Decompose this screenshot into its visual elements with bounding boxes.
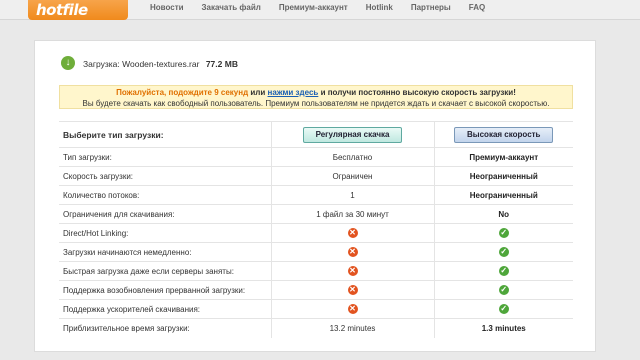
table-row: Поддержка возобновления прерванной загру… (59, 280, 573, 300)
nav-news[interactable]: Новости (150, 3, 184, 12)
check-icon: ✓ (498, 285, 509, 295)
table-row: Direct/Hot Linking: ✕ ✓ (59, 223, 573, 243)
notice-or: или (250, 88, 266, 97)
row-label: Ограничения для скачивания: (59, 204, 271, 224)
row-label: Тип загрузки: (59, 147, 271, 167)
hotfile-logo[interactable]: hotfile (28, 0, 128, 20)
premium-value: Премиум-аккаунт (433, 147, 573, 167)
premium-value: No (433, 204, 573, 224)
premium-feature-cell: ✓ (433, 223, 573, 243)
cross-icon: ✕ (347, 285, 358, 295)
download-type-table: Выберите тип загрузки: Регулярная скачка… (59, 121, 573, 338)
download-filename: Wooden-textures.rar (122, 59, 200, 69)
row-label: Скорость загрузки: (59, 166, 271, 186)
premium-value: Неограниченный (433, 166, 573, 186)
row-label: Количество потоков: (59, 185, 271, 205)
nav-upload[interactable]: Закачать файл (202, 3, 261, 12)
free-feature-cell: ✕ (270, 223, 434, 243)
download-info: Загрузка: Wooden-textures.rar 77.2 MB (83, 59, 238, 69)
premium-feature-cell: ✓ (433, 261, 573, 281)
table-row: Ограничения для скачивания: 1 файл за 30 … (59, 204, 573, 224)
table-row: Поддержка ускорителей скачивания: ✕ ✓ (59, 299, 573, 319)
regular-download-button[interactable]: Регулярная скачка (302, 126, 403, 143)
row-label: Поддержка ускорителей скачивания: (59, 299, 271, 319)
free-value: Бесплатно (270, 147, 434, 167)
cross-icon: ✕ (347, 247, 358, 257)
logo-text: hotfile (36, 1, 88, 19)
cross-icon: ✕ (347, 228, 358, 238)
check-icon: ✓ (498, 304, 509, 314)
table-header-row: Выберите тип загрузки: Регулярная скачка… (59, 121, 573, 148)
high-speed-button[interactable]: Высокая скорость (454, 126, 554, 143)
premium-feature-cell: ✓ (433, 299, 573, 319)
row-label: Загрузки начинаются немедленно: (59, 242, 271, 262)
free-feature-cell: ✕ (270, 261, 434, 281)
premium-value: Неограниченный (433, 185, 573, 205)
table-row: Тип загрузки: Бесплатно Премиум-аккаунт (59, 147, 573, 167)
premium-feature-cell: ✓ (433, 242, 573, 262)
free-feature-cell: ✕ (270, 242, 434, 262)
free-feature-cell: ✕ (270, 299, 434, 319)
table-row: Скорость загрузки: Ограничен Неограниченны… (59, 166, 573, 186)
free-value: 13.2 minutes (270, 318, 434, 338)
check-icon: ✓ (498, 266, 509, 276)
table-row: Быстрая загрузка даже если серверы занят… (59, 261, 573, 281)
notice-subtext: Вы будете скачать как свободный пользова… (82, 99, 550, 108)
row-label: Приблизительное время загрузки: (59, 318, 271, 338)
table-row: Количество потоков: 1 Неограниченный (59, 185, 573, 205)
wait-countdown: Пожалуйста, подождите 9 секунд (116, 88, 249, 97)
check-icon: ✓ (498, 247, 509, 257)
check-icon: ✓ (498, 228, 509, 238)
nav-faq[interactable]: FAQ (469, 3, 485, 12)
nav-premium[interactable]: Премиум-аккаунт (279, 3, 348, 12)
table-row: Приблизительное время загрузки: 13.2 minu… (59, 318, 573, 338)
premium-feature-cell: ✓ (433, 280, 573, 300)
main-nav: Новости Закачать файл Премиум-аккаунт Ho… (150, 3, 503, 12)
row-label: Быстрая загрузка даже если серверы занят… (59, 261, 271, 281)
row-label: Поддержка возобновления прерванной загру… (59, 280, 271, 300)
cross-icon: ✕ (347, 266, 358, 276)
download-size: 77.2 MB (205, 59, 238, 69)
notice-rest: и получи постоянно высокую скорость загр… (320, 88, 516, 97)
free-value: 1 (270, 185, 434, 205)
click-here-link[interactable]: нажми здесь (268, 88, 319, 97)
nav-partners[interactable]: Партнеры (411, 3, 451, 12)
cross-icon: ✕ (347, 304, 358, 314)
download-arrow-icon: ↓ (61, 56, 75, 70)
download-prefix: Загрузка: (83, 59, 120, 69)
download-panel: ↓ Загрузка: Wooden-textures.rar 77.2 MB … (34, 40, 596, 352)
row-label: Direct/Hot Linking: (59, 223, 271, 243)
table-row: Загрузки начинаются немедленно: ✕ ✓ (59, 242, 573, 262)
choose-type-label: Выберите тип загрузки: (59, 121, 271, 148)
free-value: Ограничен (270, 166, 434, 186)
free-feature-cell: ✕ (270, 280, 434, 300)
premium-value: 1.3 minutes (433, 318, 573, 338)
free-value: 1 файл за 30 минут (270, 204, 434, 224)
top-nav-bar: hotfile Новости Закачать файл Премиум-ак… (0, 0, 640, 20)
nav-hotlink[interactable]: Hotlink (366, 3, 393, 12)
wait-notice: Пожалуйста, подождите 9 секунд или нажми… (59, 85, 573, 109)
